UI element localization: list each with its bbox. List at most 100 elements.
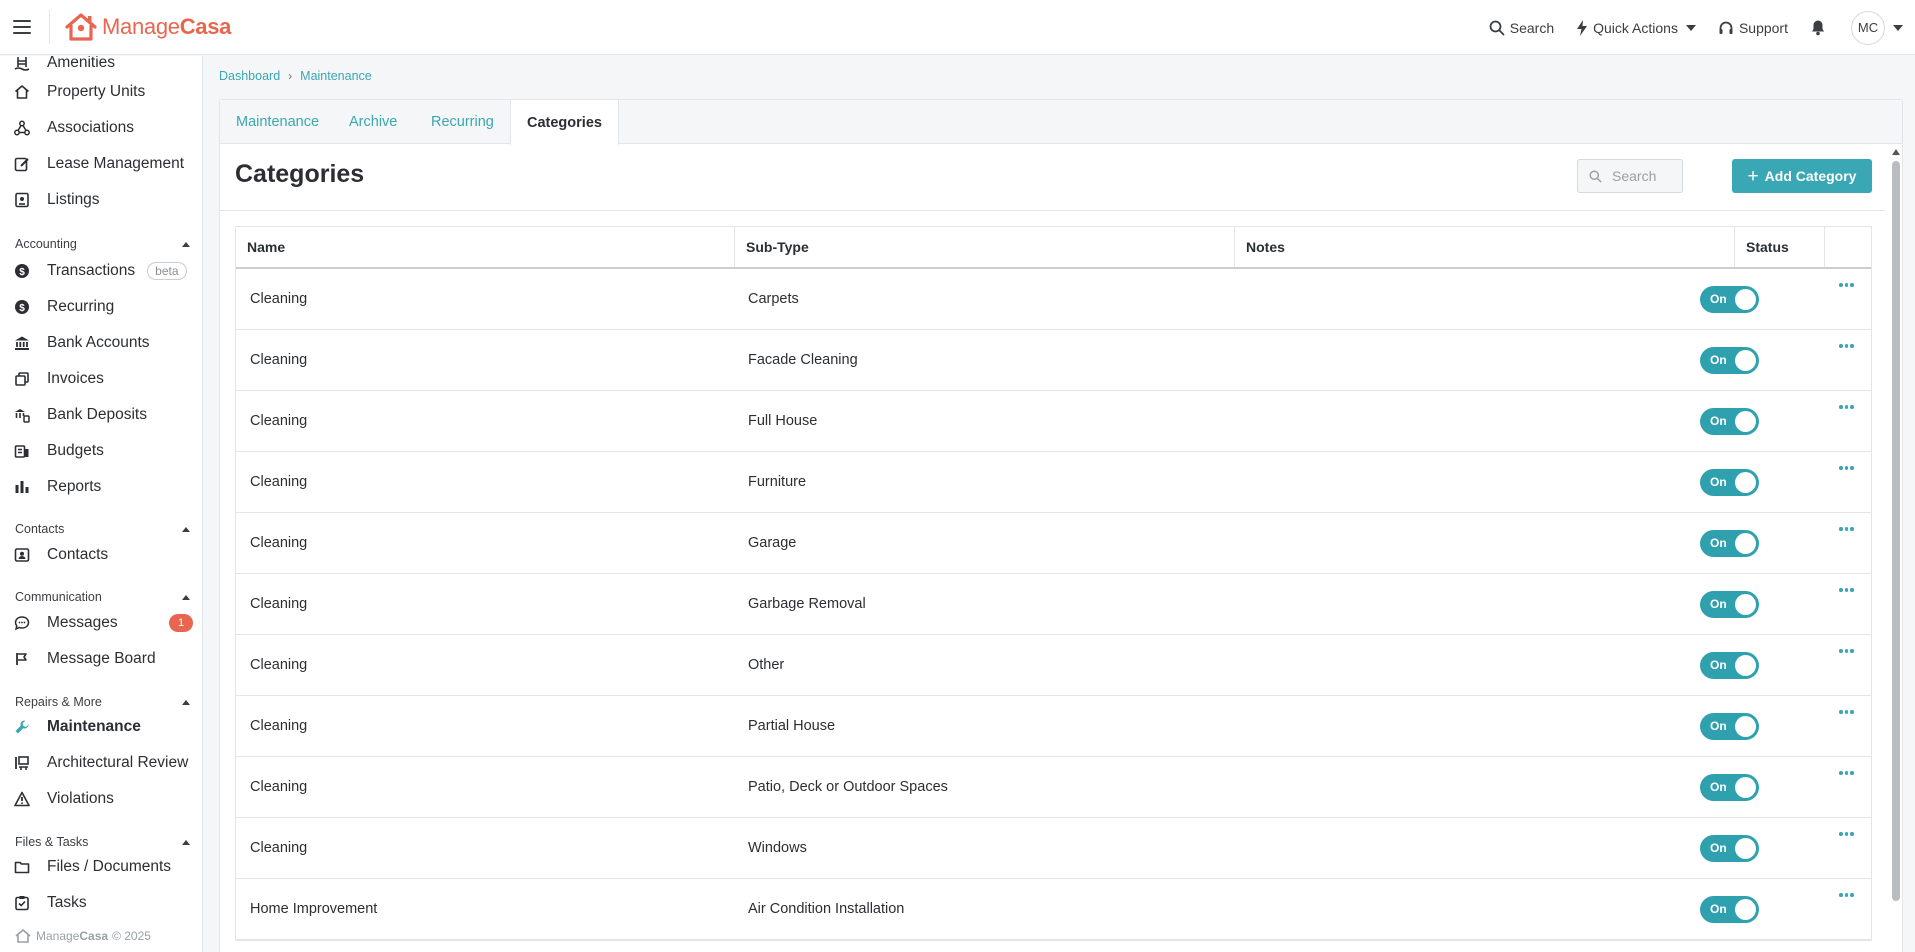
status-toggle[interactable]: On (1700, 835, 1759, 862)
footer-copyright: © 2025 (112, 929, 151, 943)
section-communication[interactable]: Communication (15, 590, 190, 604)
avatar[interactable]: MC (1851, 10, 1885, 45)
breadcrumb-maintenance[interactable]: Maintenance (300, 69, 372, 83)
table-row[interactable]: Cleaning Garage On (236, 513, 1871, 574)
brand-logo[interactable]: ManageCasa (64, 12, 231, 42)
sidebar-item-files[interactable]: Files / Documents (0, 852, 202, 882)
footer-brand-light: Manage (36, 929, 80, 943)
more-options-icon[interactable] (1839, 405, 1854, 409)
table-row[interactable]: Cleaning Garbage Removal On (236, 574, 1871, 635)
add-category-button[interactable]: + Add Category (1732, 159, 1872, 193)
tab-maintenance[interactable]: Maintenance (220, 100, 335, 144)
sidebar-item-bank-deposits[interactable]: Bank Deposits (0, 400, 202, 430)
sidebar-item-property-units[interactable]: Property Units (0, 77, 202, 107)
section-files[interactable]: Files & Tasks (15, 835, 190, 849)
brand-name-light: Manage (102, 14, 180, 39)
sidebar-item-reports[interactable]: Reports (0, 472, 202, 502)
search-link[interactable]: Search (1489, 20, 1554, 36)
table-row[interactable]: Cleaning Other On (236, 635, 1871, 696)
scrollbar[interactable] (1890, 144, 1902, 952)
dollar-circle-icon: $ (14, 263, 30, 279)
warning-icon (14, 791, 30, 807)
sidebar-item-messages[interactable]: Messages 1 (0, 608, 202, 638)
sidebar-item-bank-accounts[interactable]: Bank Accounts (0, 328, 202, 358)
sidebar-item-budgets[interactable]: Budgets (0, 436, 202, 466)
headset-icon (1719, 21, 1733, 34)
sidebar-item-message-board[interactable]: Message Board (0, 644, 202, 674)
sidebar-item-maintenance[interactable]: Maintenance (0, 712, 202, 742)
status-toggle[interactable]: On (1700, 713, 1759, 740)
section-contacts[interactable]: Contacts (15, 522, 190, 536)
status-toggle[interactable]: On (1700, 652, 1759, 679)
status-toggle[interactable]: On (1700, 469, 1759, 496)
divider (220, 210, 1885, 211)
support-label: Support (1738, 19, 1788, 36)
tab-archive[interactable]: Archive (333, 100, 413, 144)
notifications-button[interactable] (1810, 19, 1831, 36)
status-toggle[interactable]: On (1700, 530, 1759, 557)
more-options-icon[interactable] (1839, 771, 1854, 775)
more-options-icon[interactable] (1839, 283, 1854, 287)
table-row[interactable]: Home Improvement Air Condition Installati… (236, 879, 1871, 940)
account-chevron-icon[interactable] (1893, 24, 1903, 31)
column-header-name[interactable]: Name (236, 227, 735, 267)
dollar-circle-icon: $ (14, 299, 30, 315)
more-options-icon[interactable] (1839, 344, 1854, 348)
menu-icon[interactable] (13, 20, 31, 34)
table-row[interactable]: Cleaning Facade Cleaning On (236, 330, 1871, 391)
contact-card-icon (14, 547, 30, 563)
sidebar-item-listings[interactable]: Listings (0, 185, 202, 215)
sidebar-item-lease-management[interactable]: Lease Management (0, 149, 202, 179)
more-options-icon[interactable] (1839, 893, 1854, 897)
section-repairs[interactable]: Repairs & More (15, 695, 190, 709)
status-toggle[interactable]: On (1700, 286, 1759, 313)
tab-categories[interactable]: Categories (510, 100, 619, 145)
status-label: On (1710, 292, 1727, 306)
more-options-icon[interactable] (1839, 832, 1854, 836)
sidebar-item-associations[interactable]: Associations (0, 113, 202, 143)
bell-icon (1812, 20, 1824, 36)
status-toggle[interactable]: On (1700, 896, 1759, 923)
cell-subtype: Carpets (748, 291, 799, 307)
status-toggle[interactable]: On (1700, 774, 1759, 801)
table-row[interactable]: Cleaning Partial House On (236, 696, 1871, 757)
table-row[interactable]: Cleaning Full House On (236, 391, 1871, 452)
search-input[interactable] (1612, 168, 1682, 184)
more-options-icon[interactable] (1839, 588, 1854, 592)
more-options-icon[interactable] (1839, 527, 1854, 531)
support-link[interactable]: Support (1718, 20, 1788, 36)
quick-actions-menu[interactable]: Quick Actions (1576, 19, 1696, 36)
scroll-up-icon[interactable] (1892, 149, 1900, 155)
sidebar-item-recurring[interactable]: $ Recurring (0, 292, 202, 322)
table-row[interactable]: Cleaning Patio, Deck or Outdoor Spaces On (236, 757, 1871, 818)
sidebar-item-transactions[interactable]: $ Transactions beta (0, 256, 202, 286)
home-icon (14, 84, 30, 100)
cell-name: Home Improvement (250, 901, 378, 917)
more-options-icon[interactable] (1839, 466, 1854, 470)
tab-recurring[interactable]: Recurring (415, 100, 510, 144)
section-accounting[interactable]: Accounting (15, 237, 190, 251)
more-options-icon[interactable] (1839, 649, 1854, 653)
table-row[interactable]: Cleaning Windows On (236, 818, 1871, 879)
table-row[interactable]: Cleaning Carpets On (236, 269, 1871, 330)
sidebar-item-amenities[interactable]: Amenities (0, 56, 202, 78)
status-toggle[interactable]: On (1700, 408, 1759, 435)
column-header-subtype[interactable]: Sub-Type (735, 227, 1235, 267)
cell-subtype: Other (748, 657, 785, 673)
sidebar-item-architectural-review[interactable]: Architectural Review (0, 748, 202, 778)
status-toggle[interactable]: On (1700, 591, 1759, 618)
sidebar-item-tasks[interactable]: Tasks (0, 888, 202, 918)
column-header-notes[interactable]: Notes (1235, 227, 1735, 267)
cell-subtype: Full House (748, 413, 818, 429)
main-panel: Maintenance Archive Recurring Categories… (219, 99, 1903, 952)
sidebar-item-contacts[interactable]: Contacts (0, 540, 202, 570)
scrollbar-thumb[interactable] (1892, 161, 1900, 901)
status-toggle[interactable]: On (1700, 347, 1759, 374)
sidebar-item-invoices[interactable]: Invoices (0, 364, 202, 394)
column-header-status[interactable]: Status (1735, 227, 1825, 267)
sidebar-item-violations[interactable]: Violations (0, 784, 202, 814)
table-row[interactable]: Cleaning Furniture On (236, 452, 1871, 513)
search-field[interactable] (1577, 159, 1683, 193)
more-options-icon[interactable] (1839, 710, 1854, 714)
breadcrumb-dashboard[interactable]: Dashboard (219, 69, 280, 83)
